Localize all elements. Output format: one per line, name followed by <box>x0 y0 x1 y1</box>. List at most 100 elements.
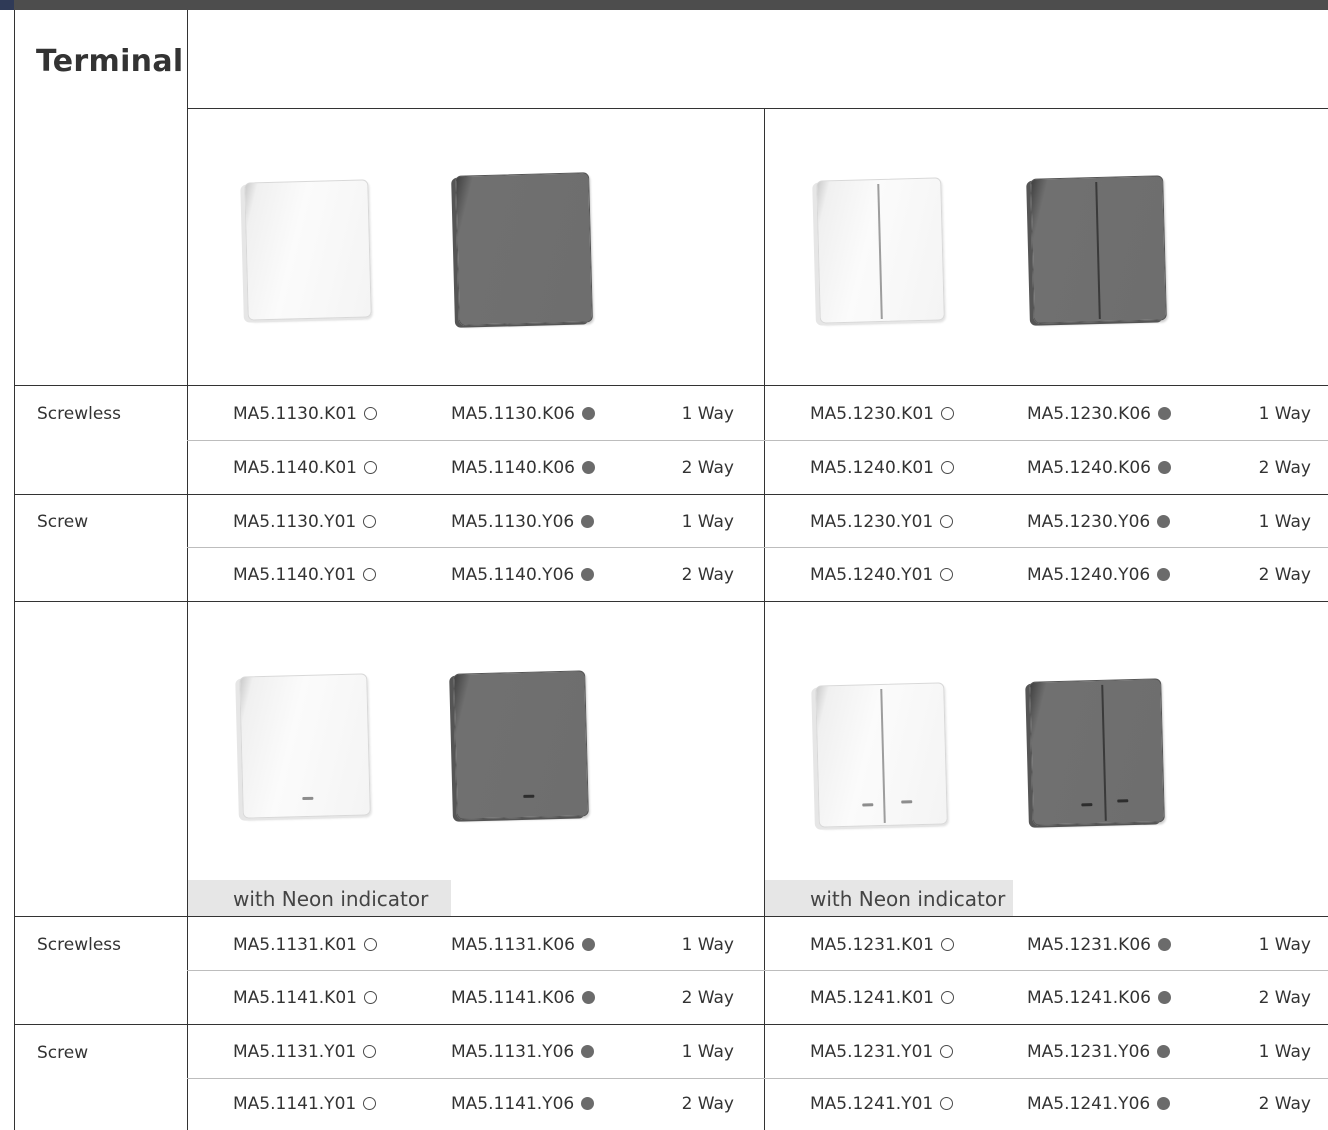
table-border-left <box>14 10 15 1130</box>
neon-indicator <box>1117 799 1129 803</box>
product-code-dark: MA5.1231.K06 <box>1027 935 1171 955</box>
product-code: MA5.1231.Y01 <box>810 1042 934 1062</box>
dark-finish-circle-icon <box>581 990 595 1004</box>
way-type: 1 Way <box>681 512 734 532</box>
way-type: 2 Way <box>681 1094 734 1114</box>
white-finish-circle-icon <box>940 937 954 951</box>
white-finish-circle-icon <box>363 990 377 1004</box>
product-code: MA5.1240.K01 <box>810 458 934 478</box>
product-code-dark: MA5.1240.K06 <box>1027 458 1171 478</box>
product-code-dark: MA5.1230.K06 <box>1027 404 1171 424</box>
product-code-dark: MA5.1140.K06 <box>451 458 595 478</box>
product-code-white: MA5.1130.Y01 <box>233 512 377 532</box>
neon-indicator-label: with Neon indicator <box>188 880 451 916</box>
product-code: MA5.1141.Y06 <box>451 1094 575 1114</box>
way-type: 2 Way <box>1258 565 1311 585</box>
way-type: 1 Way <box>1258 1042 1311 1062</box>
dark-finish-circle-icon <box>1157 1044 1171 1058</box>
product-code-white: MA5.1231.Y01 <box>810 1042 954 1062</box>
product-code-dark: MA5.1131.K06 <box>451 935 595 955</box>
product-code-dark: MA5.1141.Y06 <box>451 1094 595 1114</box>
product-code: MA5.1141.K01 <box>233 988 357 1008</box>
product-code-dark: MA5.1241.Y06 <box>1027 1094 1171 1114</box>
product-code: MA5.1131.Y06 <box>451 1042 575 1062</box>
switch-2-gang-neon-white-image <box>815 682 948 828</box>
product-code: MA5.1241.Y06 <box>1027 1094 1151 1114</box>
product-code-dark: MA5.1241.K06 <box>1027 988 1171 1008</box>
top-bar <box>0 0 1328 10</box>
white-finish-circle-icon <box>363 567 377 581</box>
product-code: MA5.1140.K06 <box>451 458 575 478</box>
product-code: MA5.1130.K06 <box>451 404 575 424</box>
product-code-white: MA5.1140.K01 <box>233 458 377 478</box>
table-rule <box>187 1078 1328 1079</box>
dark-finish-circle-icon <box>581 460 595 474</box>
white-finish-circle-icon <box>363 406 377 420</box>
product-code: MA5.1231.K06 <box>1027 935 1151 955</box>
dark-finish-circle-icon <box>1157 514 1171 528</box>
neon-indicator-label: with Neon indicator <box>765 880 1013 916</box>
product-code: MA5.1230.K01 <box>810 404 934 424</box>
dark-finish-circle-icon <box>1157 567 1171 581</box>
product-code-dark: MA5.1130.K06 <box>451 404 595 424</box>
table-rule <box>187 547 1328 548</box>
product-code-white: MA5.1230.K01 <box>810 404 954 424</box>
way-type: 1 Way <box>681 935 734 955</box>
dark-finish-circle-icon <box>1157 990 1171 1004</box>
white-finish-circle-icon <box>940 567 954 581</box>
switch-2-gang-white-image <box>816 177 945 324</box>
product-code: MA5.1130.Y01 <box>233 512 357 532</box>
mount-type-screw: Screw <box>37 512 89 532</box>
white-finish-circle-icon <box>363 1044 377 1058</box>
white-finish-circle-icon <box>363 460 377 474</box>
product-code: MA5.1130.Y06 <box>451 512 575 532</box>
gang-divider <box>877 184 883 320</box>
white-finish-circle-icon <box>940 1096 954 1110</box>
product-code: MA5.1141.Y01 <box>233 1094 357 1114</box>
way-type: 2 Way <box>1258 1094 1311 1114</box>
neon-indicator <box>523 794 535 798</box>
product-code: MA5.1241.K06 <box>1027 988 1151 1008</box>
white-finish-circle-icon <box>940 990 954 1004</box>
switch-1-gang-white-image <box>244 179 372 321</box>
switch-1-gang-dark-image <box>455 172 593 326</box>
product-code-white: MA5.1231.K01 <box>810 935 954 955</box>
white-finish-circle-icon <box>363 1096 377 1110</box>
product-code: MA5.1231.K01 <box>810 935 934 955</box>
way-type: 1 Way <box>1258 935 1311 955</box>
product-code-white: MA5.1241.K01 <box>810 988 954 1008</box>
table-rule <box>14 1024 1328 1025</box>
way-type: 1 Way <box>1258 404 1311 424</box>
switch-1-gang-neon-white-image <box>239 673 371 819</box>
product-code-white: MA5.1241.Y01 <box>810 1094 954 1114</box>
product-code-dark: MA5.1230.Y06 <box>1027 512 1171 532</box>
white-finish-circle-icon <box>363 514 377 528</box>
product-code-white: MA5.1130.K01 <box>233 404 377 424</box>
way-type: 1 Way <box>681 404 734 424</box>
table-rule <box>187 440 1328 441</box>
product-code-white: MA5.1140.Y01 <box>233 565 377 585</box>
product-code-white: MA5.1131.Y01 <box>233 1042 377 1062</box>
mount-type-screwless: Screwless <box>37 935 122 955</box>
dark-finish-circle-icon <box>581 406 595 420</box>
dark-finish-circle-icon <box>581 567 595 581</box>
product-code: MA5.1240.Y06 <box>1027 565 1151 585</box>
product-code: MA5.1140.K01 <box>233 458 357 478</box>
product-code: MA5.1230.Y01 <box>810 512 934 532</box>
product-code: MA5.1141.K06 <box>451 988 575 1008</box>
product-code: MA5.1231.Y06 <box>1027 1042 1151 1062</box>
dark-finish-circle-icon <box>581 1096 595 1110</box>
product-code-dark: MA5.1140.Y06 <box>451 565 595 585</box>
mount-type-screwless: Screwless <box>37 404 122 424</box>
product-code: MA5.1240.K06 <box>1027 458 1151 478</box>
product-code-white: MA5.1230.Y01 <box>810 512 954 532</box>
product-code: MA5.1230.Y06 <box>1027 512 1151 532</box>
white-finish-circle-icon <box>363 937 377 951</box>
dark-finish-circle-icon <box>581 1044 595 1058</box>
switch-2-gang-dark-image <box>1030 175 1167 324</box>
product-code: MA5.1230.K06 <box>1027 404 1151 424</box>
switch-1-gang-neon-dark-image <box>453 670 589 820</box>
mount-type-screw: Screw <box>37 1043 89 1063</box>
product-code: MA5.1241.Y01 <box>810 1094 934 1114</box>
white-finish-circle-icon <box>940 460 954 474</box>
